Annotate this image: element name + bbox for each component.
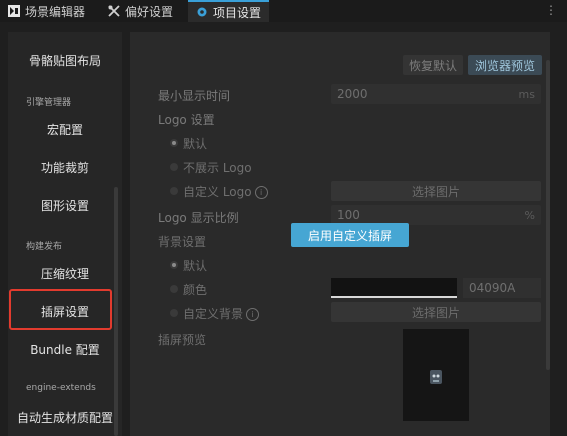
restore-default-button[interactable]: 恢复默认: [403, 55, 463, 75]
bg-default-radio[interactable]: [170, 261, 178, 269]
bg-settings-label: 背景设置: [158, 235, 207, 249]
logo-hide-label: 不展示 Logo: [183, 161, 252, 175]
logo-hide-radio[interactable]: [170, 163, 178, 171]
sidebar-item-auto-material[interactable]: 自动生成材质配置: [8, 409, 122, 426]
splash-preview-label: 插屏预览: [158, 333, 207, 347]
bg-default-label: 默认: [183, 259, 208, 273]
panel-scrollbar[interactable]: [546, 60, 550, 370]
sidebar-group-engine-manager: 引擎管理器: [26, 98, 72, 108]
bg-custom-radio[interactable]: [170, 309, 178, 317]
tools-icon: [108, 5, 120, 17]
tab-scene-editor[interactable]: 场景编辑器: [0, 0, 93, 22]
info-icon[interactable]: i: [246, 308, 260, 321]
logo-ratio-input[interactable]: 100 %: [331, 205, 541, 225]
logo-ratio-value: 100: [337, 208, 360, 222]
min-display-time-value: 2000: [337, 87, 368, 101]
logo-ratio-label: Logo 显示比例: [158, 211, 239, 225]
info-icon[interactable]: i: [254, 186, 268, 199]
min-display-time-label: 最小显示时间: [158, 89, 231, 103]
logo-settings-label: Logo 设置: [158, 113, 215, 127]
select-bg-image-button[interactable]: 选择图片: [331, 302, 541, 322]
sidebar-item-bundle-config[interactable]: Bundle 配置: [8, 341, 122, 358]
sidebar-group-build: 构建发布: [26, 242, 63, 252]
unit-percent: %: [524, 208, 535, 222]
tab-bar: 场景编辑器 偏好设置 项目设置 ⋮: [0, 0, 567, 22]
enable-custom-splash-button[interactable]: 启用自定义插屏: [291, 223, 409, 247]
cocos-logo-icon: [430, 370, 442, 384]
bg-color-swatch[interactable]: [331, 278, 457, 298]
unit-ms: ms: [518, 87, 535, 101]
select-logo-image-button[interactable]: 选择图片: [331, 181, 541, 201]
bg-custom-label: 自定义背景 i: [183, 305, 260, 322]
sidebar-scrollbar[interactable]: [114, 187, 118, 436]
more-menu-icon[interactable]: ⋮: [545, 3, 557, 17]
logo-default-radio[interactable]: [170, 139, 178, 147]
sidebar-item-feature-cropping[interactable]: 功能裁剪: [8, 159, 122, 176]
logo-custom-radio[interactable]: [170, 187, 178, 195]
logo-default-label: 默认: [183, 137, 208, 151]
bg-custom-text: 自定义背景: [183, 307, 244, 321]
min-display-time-input[interactable]: 2000 ms: [331, 84, 541, 104]
settings-sidebar: 骨骼贴图布局 引擎管理器 宏配置 功能裁剪 图形设置 构建发布 压缩纹理 插屏设…: [8, 32, 122, 436]
tab-preferences[interactable]: 偏好设置: [100, 0, 181, 22]
logo-custom-text: 自定义 Logo: [183, 185, 252, 199]
bg-color-radio[interactable]: [170, 285, 178, 293]
browser-preview-button[interactable]: 浏览器预览: [468, 55, 542, 75]
logo-custom-label: 自定义 Logo i: [183, 183, 268, 200]
selected-item-highlight: [9, 289, 112, 330]
bg-color-hex-input[interactable]: 04090A: [463, 278, 541, 298]
tab-project-settings[interactable]: 项目设置: [188, 0, 270, 22]
tab-label: 偏好设置: [125, 4, 174, 19]
sidebar-group-engine-extends: engine-extends: [26, 383, 96, 393]
sidebar-item-skeleton-atlas[interactable]: 骨骼贴图布局: [8, 52, 122, 69]
scene-icon: [8, 5, 20, 17]
sidebar-item-macro-config[interactable]: 宏配置: [8, 121, 122, 138]
bg-color-label: 颜色: [183, 283, 208, 297]
sidebar-item-compress-texture[interactable]: 压缩纹理: [8, 265, 122, 282]
sidebar-item-graphics[interactable]: 图形设置: [8, 197, 122, 214]
gear-icon: [197, 7, 207, 17]
tab-label: 项目设置: [213, 5, 262, 20]
tab-label: 场景编辑器: [25, 4, 86, 19]
